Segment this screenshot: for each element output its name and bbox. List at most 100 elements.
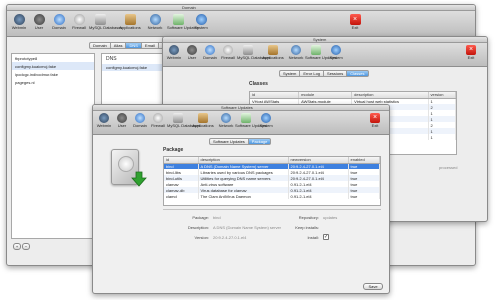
toolbar-network[interactable]: Network	[217, 113, 235, 129]
domain-icon	[135, 113, 145, 123]
toolbar-webmin[interactable]: Webmin	[95, 113, 113, 129]
toolbar-user[interactable]: User	[183, 45, 201, 61]
toolbar-user[interactable]: User	[113, 113, 131, 129]
tab-classes[interactable]: Classes	[346, 70, 369, 77]
tab-error-log[interactable]: Error Log	[299, 70, 324, 77]
firewall-icon	[73, 14, 85, 25]
software-updates-icon	[241, 113, 251, 123]
applications-icon	[124, 14, 136, 25]
description-label: Description:	[187, 225, 209, 230]
system-icon	[195, 14, 207, 25]
toolbar-domain[interactable]: Domain	[131, 113, 149, 129]
firewall-icon	[153, 113, 163, 123]
domain-list[interactable]: fbprototype8 configmy.kuaicmcj.fake ipod…	[11, 53, 95, 239]
database-icon	[173, 113, 183, 123]
list-item[interactable]: configmy.kuaicmcj.fake	[12, 62, 94, 70]
tab-system[interactable]: System	[279, 70, 300, 77]
tab-dns[interactable]: DNS	[125, 42, 141, 49]
save-button[interactable]: Save	[363, 283, 383, 290]
system-icon	[261, 113, 271, 123]
install-label: Install:	[307, 235, 319, 240]
firewall-icon	[223, 45, 233, 55]
tab-alias[interactable]: Alias	[109, 42, 126, 49]
classes-side-text: processed	[439, 165, 458, 170]
version-label: Version:	[194, 235, 209, 240]
package-label: Package:	[192, 215, 209, 220]
network-icon	[149, 14, 161, 25]
toolbar-mysql[interactable]: MySQL Databases	[237, 45, 270, 61]
toolbar-domain[interactable]: Domain	[201, 45, 219, 61]
software-updates-icon	[172, 14, 184, 25]
exit-icon: ×	[370, 113, 380, 123]
classes-title: Classes	[249, 81, 268, 87]
toolbar-network[interactable]: Network	[287, 45, 305, 61]
version-value: 20:9.2.4-27.0.1.el4	[213, 235, 247, 240]
toolbar-software-updates[interactable]: Software Updates	[167, 14, 199, 31]
network-icon	[221, 113, 231, 123]
toolbar-applications[interactable]: Applications	[117, 14, 143, 31]
system-tabs: System Error Log Sessions Classes	[279, 70, 369, 77]
system-icon	[331, 45, 341, 55]
toolbar-exit[interactable]: × Exit	[367, 113, 383, 129]
tab-sessions[interactable]: Sessions	[323, 70, 347, 77]
user-icon	[33, 14, 45, 25]
webmin-icon	[169, 45, 179, 55]
repository-label: Repository:	[298, 215, 319, 220]
list-item[interactable]: pageges.nl	[12, 78, 94, 86]
package-table[interactable]: id description newversion enabled bind A …	[163, 156, 381, 206]
remove-domain-button[interactable]: −	[22, 243, 30, 250]
software-updates-window: Software Updates Webmin User Domain Fire…	[92, 104, 390, 294]
user-icon	[117, 113, 127, 123]
toolbar-mysql[interactable]: MySQL Databases	[167, 113, 200, 129]
toolbar-webmin[interactable]: Webmin	[165, 45, 183, 61]
network-icon	[291, 45, 301, 55]
software-updates-tabs: Software Updates Package	[209, 138, 272, 145]
exit-icon: ×	[466, 45, 476, 55]
package-value: bind	[213, 215, 221, 220]
domain-icon	[205, 45, 215, 55]
toolbar-software-updates[interactable]: Software Updates	[235, 113, 267, 129]
exit-icon: ×	[349, 14, 361, 25]
toolbar-applications[interactable]: Applications	[261, 45, 285, 61]
software-updates-icon	[311, 45, 321, 55]
toolbar-user[interactable]: User	[29, 14, 49, 31]
table-row[interactable]: clamd The Clam AntiVirus Daemon 0.91.2-1.e…	[164, 193, 380, 199]
list-item[interactable]: ipodcgc.indivodmur.fake	[12, 70, 94, 78]
toolbar-network[interactable]: Network	[145, 14, 165, 31]
toolbar-system[interactable]: System	[327, 45, 345, 61]
toolbar-software-updates[interactable]: Software Updates	[305, 45, 337, 61]
toolbar-mysql[interactable]: MySQL Databases	[89, 14, 122, 31]
details-divider	[163, 209, 381, 210]
toolbar-firewall[interactable]: Firewall	[149, 113, 167, 129]
download-arrow-icon	[131, 171, 147, 187]
tab-package[interactable]: Package	[247, 138, 272, 145]
applications-icon	[268, 45, 278, 55]
keep-installs-label: Keep installs:	[295, 225, 319, 230]
toolbar-exit[interactable]: × Exit	[463, 45, 479, 61]
user-icon	[187, 45, 197, 55]
toolbar-system[interactable]: System	[191, 14, 211, 31]
tab-software-updates[interactable]: Software Updates	[209, 138, 248, 145]
database-icon	[94, 14, 106, 25]
domain-icon	[53, 14, 65, 25]
tab-domain[interactable]: Domain	[89, 42, 110, 49]
toolbar-applications[interactable]: Applications	[191, 113, 215, 129]
list-item[interactable]: fbprototype8	[12, 54, 94, 62]
webmin-icon	[13, 14, 25, 25]
package-section-title: Package	[163, 147, 184, 153]
software-updates-toolbar: Webmin User Domain Firewall MySQL Databa…	[93, 111, 389, 135]
toolbar-firewall[interactable]: Firewall	[219, 45, 237, 61]
toolbar-firewall[interactable]: Firewall	[69, 14, 89, 31]
system-window-toolbar: Webmin User Domain Firewall MySQL Databa…	[163, 43, 487, 67]
toolbar-system[interactable]: System	[257, 113, 275, 129]
applications-icon	[198, 113, 208, 123]
install-checkbox[interactable]: ✓	[323, 234, 329, 240]
database-icon	[243, 45, 253, 55]
tab-email[interactable]: Email	[140, 42, 158, 49]
webmin-icon	[99, 113, 109, 123]
toolbar-webmin[interactable]: Webmin	[9, 14, 29, 31]
toolbar-exit[interactable]: × Exit	[347, 14, 363, 31]
toolbar-domain[interactable]: Domain	[49, 14, 69, 31]
repository-value: updates	[323, 215, 338, 220]
add-domain-button[interactable]: +	[13, 243, 21, 250]
